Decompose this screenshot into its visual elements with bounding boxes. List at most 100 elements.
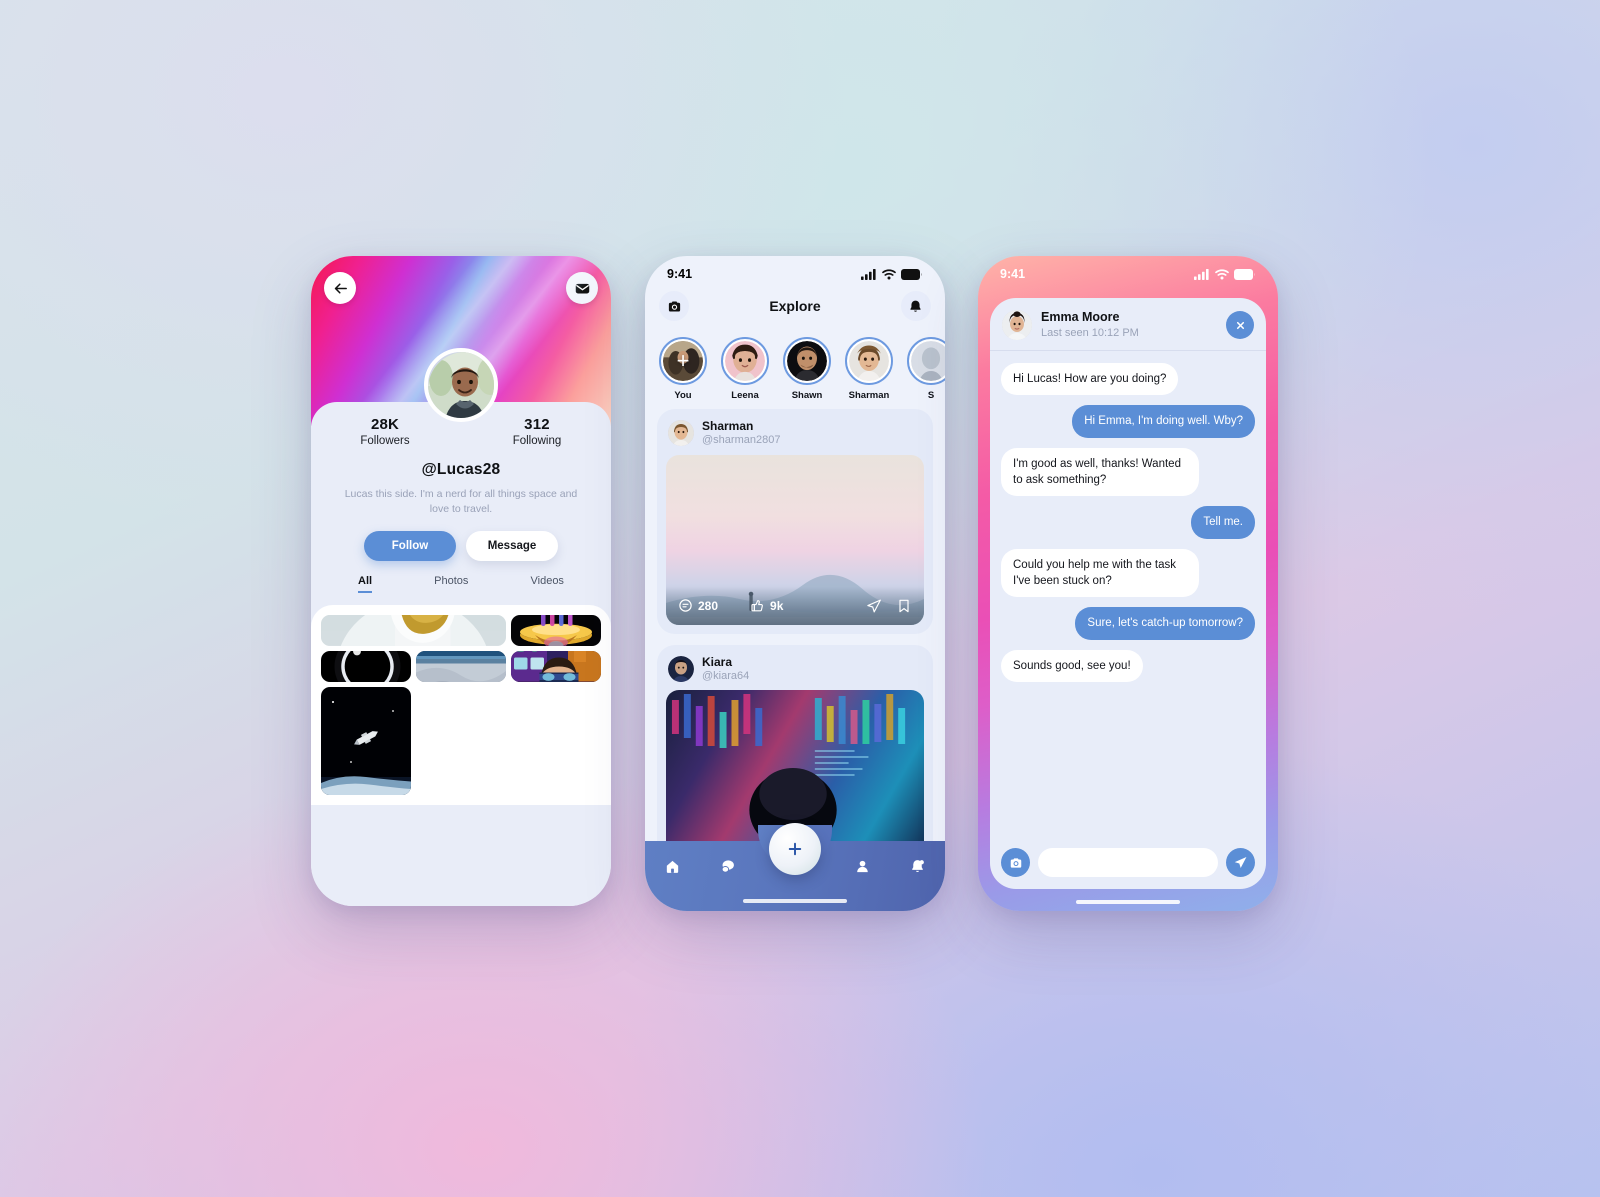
status-icons bbox=[861, 268, 923, 280]
story-avatar: + bbox=[663, 341, 703, 381]
contact-name: Emma Moore bbox=[1041, 310, 1120, 325]
mail-button[interactable] bbox=[566, 272, 598, 304]
thumbs-up-icon bbox=[751, 600, 763, 612]
message-bubble: I'm good as well, thanks! Wanted to ask … bbox=[1001, 447, 1200, 497]
story-partial[interactable]: S bbox=[907, 337, 945, 401]
signal-icon bbox=[861, 268, 876, 280]
tab-all[interactable]: All bbox=[358, 575, 373, 594]
post-author-handle: @kiara64 bbox=[702, 670, 750, 683]
tab-photos[interactable]: Photos bbox=[434, 575, 468, 593]
comment-action[interactable]: 280 bbox=[678, 598, 718, 613]
post-author-name: Kiara bbox=[702, 654, 733, 669]
follow-button[interactable]: Follow bbox=[364, 531, 456, 562]
message-list: Hi Lucas! How are you doing? Hi Emma, I'… bbox=[990, 351, 1266, 839]
status-time: 9:41 bbox=[1000, 267, 1026, 281]
astronaut-snow-photo[interactable] bbox=[321, 615, 506, 647]
bell-icon bbox=[910, 300, 922, 312]
story-ring bbox=[721, 337, 769, 385]
avatar[interactable] bbox=[668, 656, 694, 683]
post-author: Sharman @sharman2807 bbox=[702, 419, 780, 448]
following-label: Following bbox=[512, 435, 562, 447]
post-author-handle: @sharman2807 bbox=[702, 434, 781, 447]
story-avatar bbox=[849, 341, 889, 381]
comment-icon bbox=[679, 599, 692, 612]
person-icon bbox=[857, 860, 869, 873]
last-seen: Last seen 10:12 PM bbox=[1041, 326, 1139, 339]
chat-contact: Emma Moore Last seen 10:12 PM bbox=[1041, 310, 1139, 340]
stories-row: + You Leena Shawn Sharman S bbox=[645, 327, 945, 409]
chat-text-input[interactable] bbox=[1038, 848, 1218, 877]
svg-text:DS: DS bbox=[516, 651, 541, 656]
nav-profile[interactable] bbox=[850, 858, 876, 875]
wifi-icon bbox=[882, 268, 896, 279]
earth-from-space-photo[interactable] bbox=[416, 651, 506, 683]
nav-home[interactable] bbox=[659, 858, 685, 875]
story-label: Shawn bbox=[791, 390, 823, 401]
bottom-navigation bbox=[645, 823, 945, 911]
page-title: Explore bbox=[769, 298, 821, 314]
bookmark-icon bbox=[899, 599, 909, 612]
profile-sheet: 28K Followers 312 Following @Lucas28 Luc… bbox=[311, 348, 611, 906]
story-avatar bbox=[787, 341, 827, 381]
post-feed: Sharman @sharman2807 280 9k Kiara @kiara… bbox=[645, 409, 945, 870]
following-count: 312 bbox=[524, 416, 550, 433]
post-author-name: Sharman bbox=[702, 419, 754, 433]
status-time: 9:41 bbox=[667, 267, 693, 281]
nav-chat[interactable] bbox=[714, 858, 740, 875]
explore-header: Explore bbox=[645, 283, 945, 327]
camera-icon bbox=[668, 301, 680, 311]
message-bubble: Tell me. bbox=[1191, 506, 1255, 539]
avatar[interactable] bbox=[1002, 310, 1032, 340]
gold-ufo-photo[interactable] bbox=[511, 615, 601, 647]
story-sharman[interactable]: Sharman bbox=[845, 337, 893, 401]
space-shuttle-photo[interactable] bbox=[321, 687, 411, 796]
followers-stat: 28K Followers bbox=[343, 416, 427, 447]
like-count: 9k bbox=[770, 598, 784, 613]
like-action[interactable]: 9k bbox=[750, 598, 783, 613]
arrow-left-icon bbox=[334, 282, 347, 294]
followers-label: Followers bbox=[360, 435, 410, 447]
post-extra-actions bbox=[866, 598, 912, 614]
followers-count: 28K bbox=[370, 416, 400, 433]
avatar[interactable] bbox=[424, 348, 498, 422]
story-label: You bbox=[674, 390, 692, 401]
status-icons bbox=[1194, 268, 1256, 280]
post-image[interactable]: 280 9k bbox=[666, 454, 924, 625]
close-chat-button[interactable] bbox=[1226, 311, 1254, 339]
signal-icon bbox=[1194, 268, 1209, 280]
camera-button[interactable] bbox=[659, 291, 689, 321]
message-bubble: Hi Emma, I'm doing well. Wby? bbox=[1072, 405, 1255, 438]
envelope-icon bbox=[575, 283, 589, 293]
camera-icon bbox=[1010, 857, 1021, 868]
avatar[interactable] bbox=[668, 420, 694, 447]
send-icon bbox=[1234, 857, 1247, 868]
story-ring bbox=[845, 337, 893, 385]
share-action[interactable] bbox=[866, 598, 882, 614]
chat-icon bbox=[721, 860, 734, 873]
post-header: Kiara @kiara64 bbox=[666, 654, 924, 691]
story-label: S bbox=[927, 390, 935, 401]
story-leena[interactable]: Leena bbox=[721, 337, 769, 401]
status-bar: 9:41 bbox=[645, 256, 945, 283]
create-post-button[interactable] bbox=[769, 823, 821, 875]
story-label: Leena bbox=[731, 390, 759, 401]
explore-screen: 9:41 Explore + You Leena Shawn Sharman S… bbox=[645, 256, 945, 911]
solar-eclipse-photo[interactable] bbox=[321, 651, 411, 683]
back-button[interactable] bbox=[324, 272, 356, 304]
story-you[interactable]: + You bbox=[659, 337, 707, 401]
message-button[interactable]: Message bbox=[466, 531, 558, 562]
nav-notifications[interactable] bbox=[905, 858, 931, 875]
send-button[interactable] bbox=[1226, 848, 1255, 877]
profile-handle: @Lucas28 bbox=[421, 461, 501, 478]
bell-icon bbox=[912, 860, 924, 873]
story-shawn[interactable]: Shawn bbox=[783, 337, 831, 401]
send-icon bbox=[867, 599, 881, 613]
tab-videos[interactable]: Videos bbox=[531, 575, 564, 593]
bookmark-action[interactable] bbox=[896, 598, 912, 614]
add-story-icon: + bbox=[676, 348, 690, 373]
status-bar: 9:41 bbox=[978, 256, 1278, 287]
vr-headset-kid-photo[interactable]: DS bbox=[511, 651, 601, 683]
notifications-button[interactable] bbox=[900, 291, 931, 321]
camera-button[interactable] bbox=[1001, 848, 1030, 877]
home-indicator bbox=[743, 899, 847, 903]
